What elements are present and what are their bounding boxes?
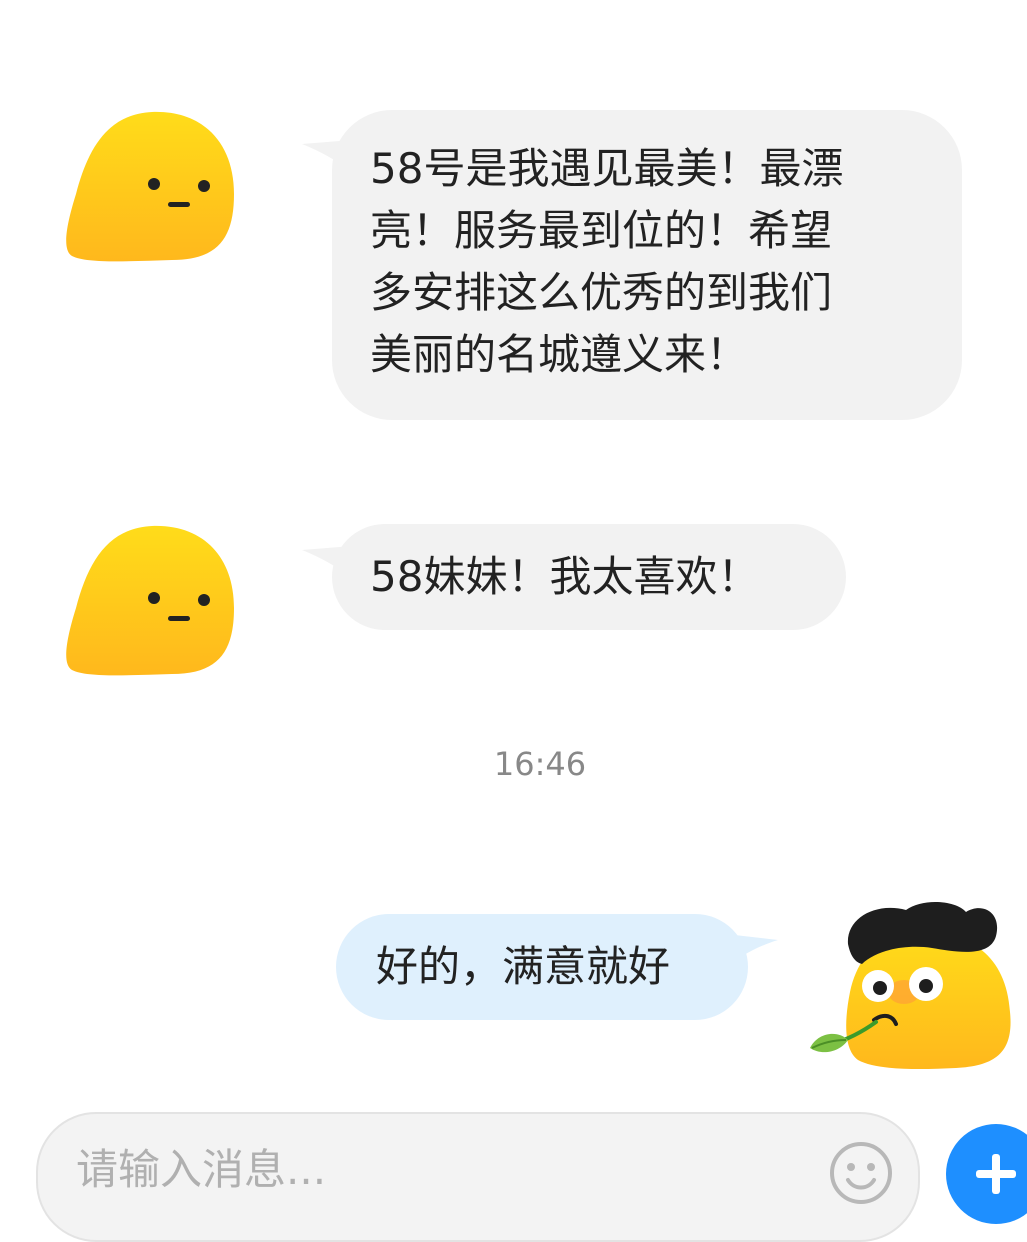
message-line: 58妹妹！我太喜欢！ [370, 552, 760, 601]
message-line: 多安排这么优秀的到我们 [370, 268, 833, 317]
message-bubble-incoming[interactable]: 58号是我遇见最美！最漂 亮！服务最到位的！希望 多安排这么优秀的到我们 美丽的… [332, 110, 962, 420]
message-line: 亮！服务最到位的！希望 [370, 206, 833, 255]
bubble-tail [726, 934, 778, 968]
add-button[interactable] [946, 1124, 1027, 1224]
blob-avatar-icon[interactable] [62, 522, 240, 684]
message-input[interactable] [74, 1144, 778, 1195]
plus-icon [976, 1154, 1016, 1194]
blob-avatar-icon[interactable] [62, 108, 240, 270]
message-bubble-incoming[interactable]: 58妹妹！我太喜欢！ [332, 524, 846, 630]
message-line: 美丽的名城遵义来！ [370, 330, 749, 379]
message-line: 58号是我遇见最美！最漂 [370, 144, 844, 193]
message-bubble-outgoing[interactable]: 好的，满意就好 [336, 914, 748, 1020]
user-avatar-icon[interactable] [806, 892, 1020, 1074]
message-line: 好的，满意就好 [376, 942, 671, 991]
message-timestamp: 16:46 [493, 745, 587, 783]
message-input-bar [36, 1112, 920, 1242]
emoji-icon[interactable] [828, 1140, 894, 1206]
